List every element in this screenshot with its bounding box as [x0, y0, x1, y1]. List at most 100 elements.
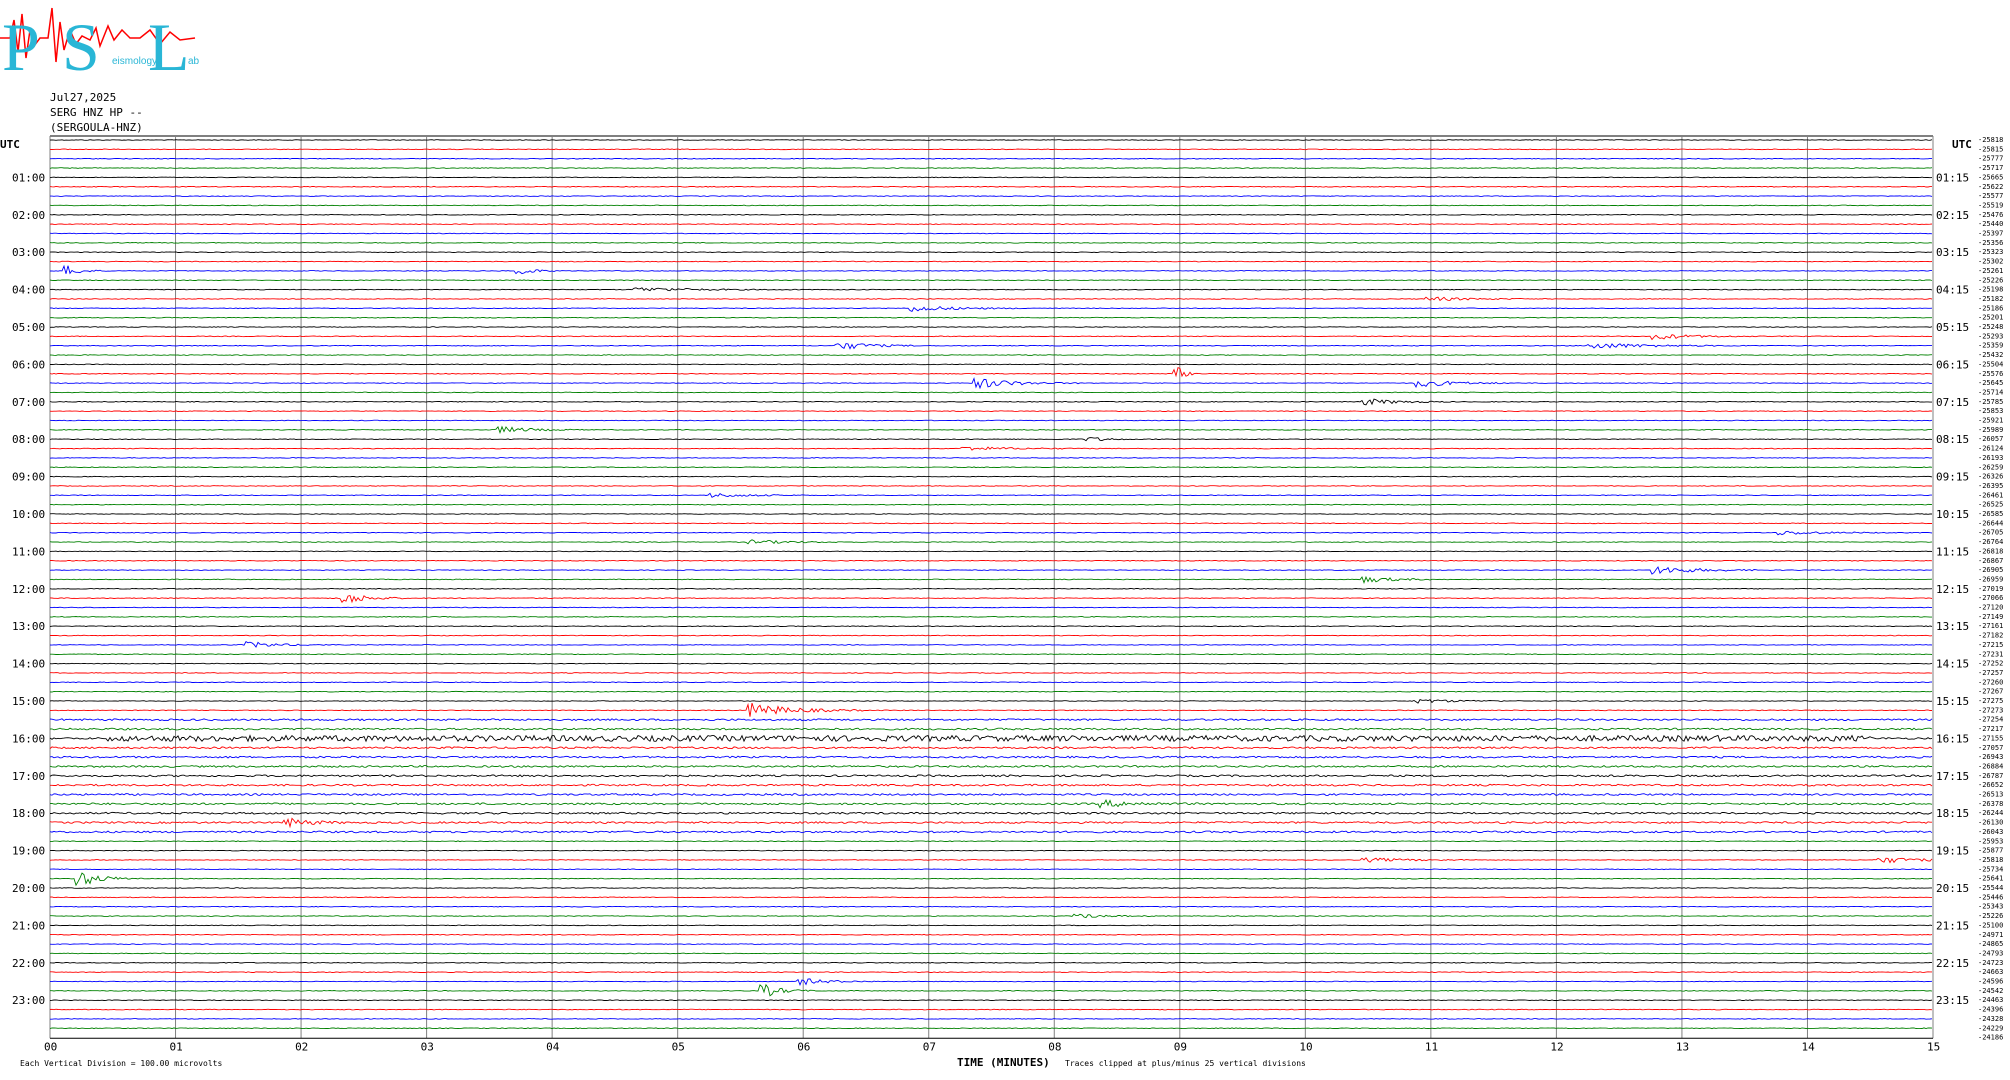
trace-offset-label: -26043 [1978, 828, 2003, 836]
seismic-trace [49, 765, 1933, 768]
seismic-trace [49, 539, 1933, 545]
seismic-trace [49, 662, 1933, 665]
left-hour-label: 22:00 [12, 957, 45, 970]
trace-offset-label: -26818 [1978, 547, 2003, 555]
trace-offset-label: -25818 [1978, 856, 2003, 864]
seismic-trace [49, 817, 1932, 829]
trace-offset-label: -26884 [1978, 762, 2003, 770]
seismic-trace [49, 410, 1933, 412]
trace-offset-label: -25100 [1978, 921, 2003, 929]
trace-offset-label: -25877 [1978, 847, 2003, 855]
seismic-trace [49, 962, 1933, 964]
seismic-trace [49, 755, 1933, 759]
right-hour-label: 01:15 [1936, 171, 1969, 184]
trace-offset-label: -27120 [1978, 604, 2003, 612]
trace-offset-label: -26193 [1978, 454, 2003, 462]
right-hour-label: 13:15 [1936, 620, 1969, 633]
seismic-trace [49, 952, 1933, 955]
seismic-trace [49, 690, 1933, 693]
trace-offset-label: -25665 [1978, 173, 2003, 181]
right-hour-label: 11:15 [1936, 545, 1969, 558]
seismic-trace [49, 550, 1933, 553]
right-hour-label: 03:15 [1936, 246, 1969, 259]
left-hour-label: 05:00 [12, 321, 45, 334]
left-hour-label: 02:00 [12, 209, 45, 222]
trace-offset-label: -27254 [1978, 716, 2003, 724]
seismic-trace [49, 139, 1933, 141]
seismic-trace [49, 398, 1932, 406]
seismic-trace [50, 195, 1933, 197]
trace-offset-label: -26244 [1978, 809, 2003, 817]
seismic-trace [49, 296, 1933, 302]
trace-offset-label: -27273 [1978, 706, 2003, 714]
seismic-trace [50, 634, 1933, 637]
left-hour-label: 16:00 [12, 732, 45, 745]
x-tick-label: 14 [1801, 1040, 1815, 1053]
left-hour-label: 23:00 [12, 994, 45, 1007]
trace-offset-label: -25853 [1978, 407, 2003, 415]
trace-offset-label: -25226 [1978, 276, 2003, 284]
trace-offset-label: -26130 [1978, 819, 2003, 827]
trace-offset-label: -25921 [1978, 417, 2003, 425]
trace-offset-label: -26764 [1978, 538, 2003, 546]
left-hour-label: 04:00 [12, 284, 45, 297]
seismic-trace [49, 799, 1933, 809]
seismic-trace [49, 446, 1933, 451]
seismic-trace [49, 522, 1932, 525]
trace-group [49, 139, 1933, 1030]
trace-offset-label: -25785 [1978, 398, 2003, 406]
seismic-trace [49, 251, 1933, 253]
trace-offset-label: -24663 [1978, 968, 2003, 976]
seismic-trace [49, 475, 1933, 478]
trace-offset-label: -25818 [1978, 136, 2003, 144]
x-tick-label: 13 [1676, 1040, 1689, 1053]
left-hour-label: 07:00 [12, 396, 45, 409]
right-hour-label: 09:15 [1936, 471, 1969, 484]
seismic-trace [49, 575, 1933, 585]
x-tick-label: 04 [546, 1040, 560, 1053]
seismic-trace [49, 999, 1933, 1001]
right-hour-label: 08:15 [1936, 433, 1969, 446]
x-tick-label: 05 [672, 1040, 685, 1053]
left-hour-label: 19:00 [12, 845, 45, 858]
seismic-trace [49, 457, 1933, 459]
seismic-trace [49, 223, 1933, 225]
right-hour-label: 16:15 [1936, 732, 1969, 745]
trace-offset-label: -26525 [1978, 501, 2003, 509]
scale-note: Each Vertical Division = 100.00 microvol… [20, 1059, 222, 1068]
seismic-trace [50, 492, 1932, 498]
seismic-trace [49, 1027, 1933, 1030]
seismic-trace [49, 377, 1933, 390]
left-hour-label: 12:00 [12, 583, 45, 596]
trace-offset-label: -26124 [1978, 445, 2003, 453]
seismic-trace [49, 625, 1933, 627]
trace-offset-label: -24328 [1978, 1015, 2003, 1023]
right-hour-label: 21:15 [1936, 919, 1969, 932]
seismic-trace [49, 185, 1932, 188]
trace-offset-label: -25248 [1978, 323, 2003, 331]
trace-offset-label: -25576 [1978, 370, 2003, 378]
seismic-trace [49, 727, 1933, 731]
seismic-trace [49, 530, 1933, 536]
seismic-trace [49, 354, 1933, 356]
helicorder-plot: 01:00 02:00 03:00 04:00 05:00 06:00 07:00 08:00… [0, 135, 2003, 1069]
seismic-trace [49, 774, 1933, 778]
seismic-trace [49, 924, 1933, 927]
left-hour-label: 09:00 [12, 471, 45, 484]
seismic-trace [49, 279, 1933, 282]
trace-offset-label: -25182 [1978, 295, 2003, 303]
trace-offset-label: -26943 [1978, 753, 2003, 761]
trace-offset-label: -27260 [1978, 678, 2003, 686]
trace-offset-label: -26585 [1978, 510, 2003, 518]
trace-offset-label: -24971 [1978, 931, 2003, 939]
x-tick-label: 02 [295, 1040, 308, 1053]
trace-offset-label: -25323 [1978, 248, 2003, 256]
left-time-labels: 01:00 02:00 03:00 04:00 05:00 06:00 07:00 08:00… [12, 171, 45, 1007]
trace-offset-label: -27215 [1978, 641, 2003, 649]
trace-offset-label: -27161 [1978, 622, 2003, 630]
left-hour-label: 20:00 [12, 882, 45, 895]
seismic-trace [49, 176, 1933, 179]
seismic-trace [49, 264, 1932, 275]
seismic-trace [49, 896, 1933, 899]
trace-offset-label: -25645 [1978, 379, 2003, 387]
